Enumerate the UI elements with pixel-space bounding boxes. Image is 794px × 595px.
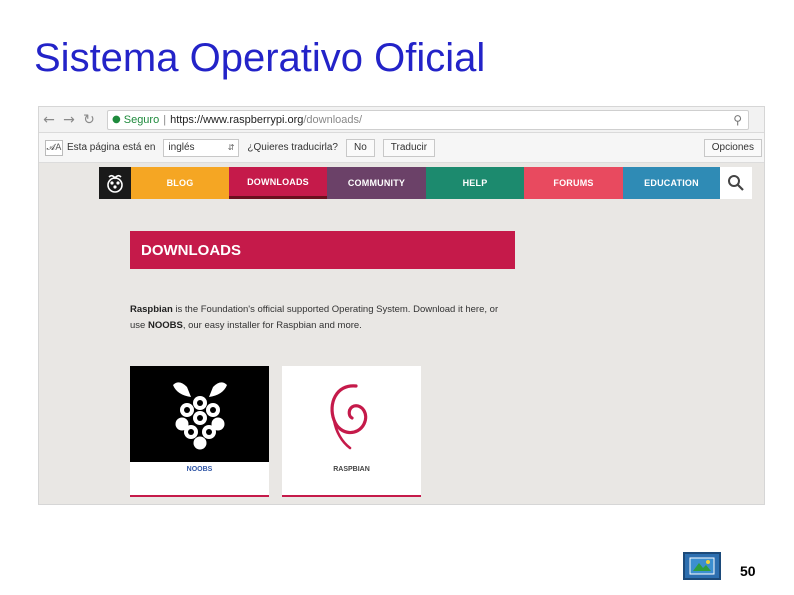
translate-intro: Esta página está en bbox=[67, 142, 156, 153]
translate-button[interactable]: Traducir bbox=[382, 138, 436, 157]
downloads-heading: DOWNLOADS bbox=[130, 231, 515, 269]
arrow-right-icon[interactable]: → bbox=[59, 110, 79, 130]
chevron-updown-icon: ⇵ bbox=[227, 143, 235, 152]
slide-title: Sistema Operativo Oficial bbox=[34, 36, 486, 80]
search-icon[interactable] bbox=[720, 167, 752, 199]
nav-tab-community[interactable]: COMMUNITY bbox=[327, 167, 426, 199]
intro-text: Raspbian is the Foundation's official su… bbox=[130, 304, 499, 331]
language-select[interactable]: inglés ⇵ bbox=[163, 138, 240, 157]
noobs-card[interactable]: NOOBS bbox=[130, 366, 269, 497]
search-icon[interactable]: ⚲ bbox=[733, 113, 742, 127]
site-nav: BLOG DOWNLOADS COMMUNITY HELP FORUMS EDU… bbox=[99, 167, 752, 199]
url-separator: | bbox=[163, 113, 167, 126]
debian-swirl-icon bbox=[282, 366, 421, 462]
nav-tab-help[interactable]: HELP bbox=[426, 167, 524, 199]
nav-tab-downloads[interactable]: DOWNLOADS bbox=[229, 167, 327, 199]
no-button[interactable]: No bbox=[346, 138, 375, 157]
translate-bar: 𝓐A Esta página está en inglés ⇵ ¿Quieres… bbox=[39, 133, 764, 163]
address-bar: ← → ↻ ● Seguro | https://www.raspberrypi… bbox=[39, 107, 764, 133]
language-value: inglés bbox=[168, 142, 195, 153]
nav-tab-forums[interactable]: FORUMS bbox=[524, 167, 623, 199]
translate-icon: 𝓐A bbox=[45, 139, 63, 156]
secure-label: Seguro bbox=[123, 113, 160, 126]
translate-question: ¿Quieres traducirla? bbox=[247, 142, 338, 153]
nav-tab-education[interactable]: EDUCATION bbox=[623, 167, 720, 199]
raspbian-label: RASPBIAN bbox=[333, 466, 370, 473]
raspbian-card[interactable]: RASPBIAN bbox=[282, 366, 421, 497]
page-number: 50 bbox=[740, 563, 756, 579]
raspbian-link[interactable]: Raspbian bbox=[130, 304, 173, 315]
nav-tab-blog[interactable]: BLOG bbox=[131, 167, 229, 199]
noobs-link[interactable]: NOOBS bbox=[148, 320, 183, 331]
browser-screenshot: ← → ↻ ● Seguro | https://www.raspberrypi… bbox=[38, 106, 765, 505]
raspberry-logo-icon[interactable] bbox=[99, 167, 131, 199]
url-input[interactable]: ● Seguro | https://www.raspberrypi.org /… bbox=[107, 109, 749, 130]
slide-logo-icon bbox=[683, 552, 721, 580]
arrow-left-icon[interactable]: ← bbox=[39, 110, 59, 130]
options-button[interactable]: Opciones bbox=[703, 138, 762, 157]
reload-icon[interactable]: ↻ bbox=[79, 110, 99, 130]
url-path: /downloads/ bbox=[303, 113, 363, 126]
lock-icon: ● bbox=[112, 114, 121, 125]
raspberry-icon bbox=[130, 366, 269, 462]
noobs-label: NOOBS bbox=[186, 466, 213, 473]
url-host: https://www.raspberrypi.org bbox=[170, 113, 304, 126]
